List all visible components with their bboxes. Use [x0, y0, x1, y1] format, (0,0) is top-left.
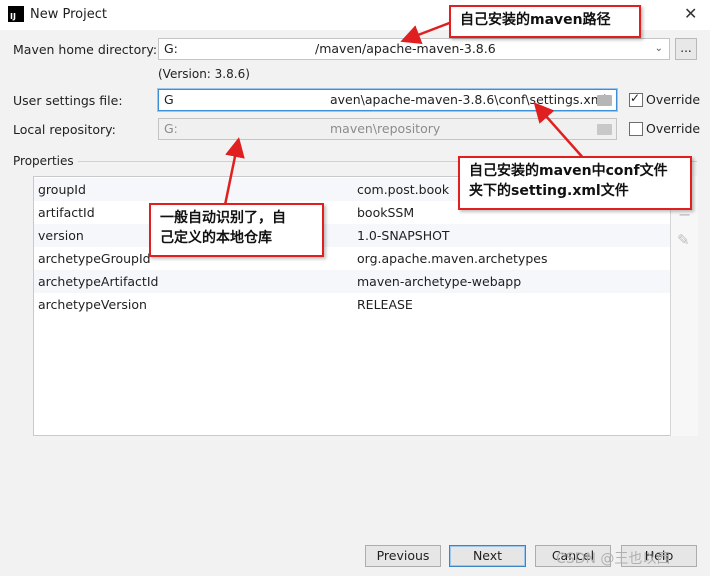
annotation-settings-line-2: 夹下的setting.xml文件 — [469, 183, 629, 199]
annotation-arrows — [223, 20, 586, 206]
annotation-local-repo: 一般自动识别了，自 己定义的本地仓库 — [149, 203, 324, 257]
arrow-to-maven-home — [400, 20, 453, 44]
annotation-local-repo-line-1: 一般自动识别了，自 — [160, 210, 286, 226]
arrow-to-settings-file — [533, 102, 586, 161]
annotation-settings-line-1: 自己安装的maven中conf文件 — [469, 163, 668, 179]
watermark-text: CSDN @王也以西 — [556, 551, 671, 567]
annotation-maven-path: 自己安装的maven路径 — [449, 5, 641, 38]
annotation-settings-xml: 自己安装的maven中conf文件 夹下的setting.xml文件 — [458, 156, 692, 210]
annotation-local-repo-line-2: 己定义的本地仓库 — [160, 230, 272, 246]
arrow-to-local-repo — [223, 137, 245, 206]
